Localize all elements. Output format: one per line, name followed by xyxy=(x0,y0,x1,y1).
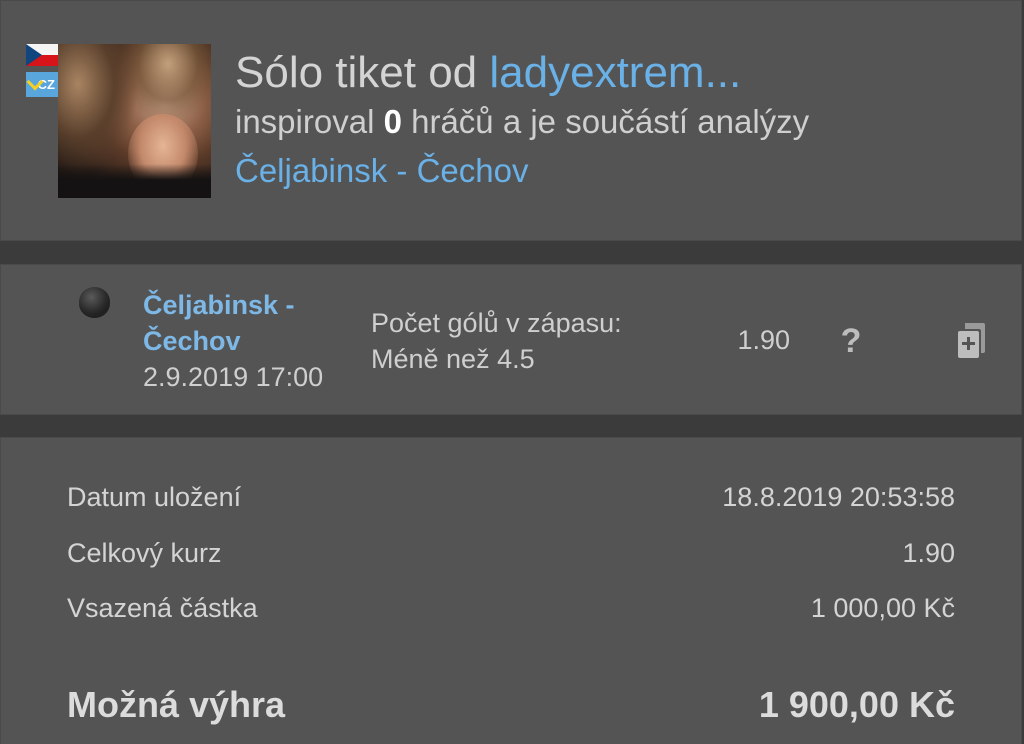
author-link[interactable]: ladyextrem... xyxy=(489,48,741,97)
add-to-ticket-icon[interactable] xyxy=(954,322,986,360)
summary-value-stake: 1 000,00 Kč xyxy=(810,593,955,623)
user-avatar[interactable] xyxy=(58,44,211,198)
inspired-count: 0 xyxy=(383,103,402,140)
title-prefix: Sólo tiket od xyxy=(235,48,490,97)
status-dot-icon xyxy=(79,287,110,316)
summary-label-total-odds: Celkový kurz xyxy=(67,538,222,568)
analysis-match-link[interactable]: Čeljabinsk - Čechov xyxy=(235,150,528,192)
possible-win-value: 1 900,00 Kč xyxy=(758,684,955,725)
bet-datetime: 2.9.2019 17:00 xyxy=(143,362,324,392)
bet-match-link[interactable]: Čeljabinsk - Čechov xyxy=(143,287,343,359)
bet-odds: 1.90 xyxy=(737,325,790,355)
bet-selection: Méně než 4.5 xyxy=(371,344,535,374)
summary-value-saved-date: 18.8.2019 20:53:58 xyxy=(722,482,955,512)
bet-market-name: Počet gólů v zápasu: xyxy=(371,308,622,338)
summary-label-stake: Vsazená částka xyxy=(67,593,258,623)
summary-label-saved-date: Datum uložení xyxy=(67,482,242,512)
summary-value-total-odds: 1.90 xyxy=(902,538,955,568)
inspiration-summary: inspiroval 0 hráčů a je součástí analýzy xyxy=(235,101,809,143)
bet-market: Počet gólů v zápasu: Méně než 4.5 xyxy=(371,305,622,377)
ticket-page: CZ Sólo tiket od ladyextrem... inspirova… xyxy=(0,0,1024,744)
page-title: Sólo tiket od ladyextrem... xyxy=(235,46,741,100)
possible-win-label: Možná výhra xyxy=(67,684,286,725)
language-badge: CZ xyxy=(26,72,59,97)
inspiration-suffix: hráčů a je součástí analýzy xyxy=(401,103,810,140)
inspiration-prefix: inspiroval xyxy=(235,103,384,140)
czech-flag-icon xyxy=(26,44,59,66)
help-icon[interactable]: ? xyxy=(838,322,864,360)
